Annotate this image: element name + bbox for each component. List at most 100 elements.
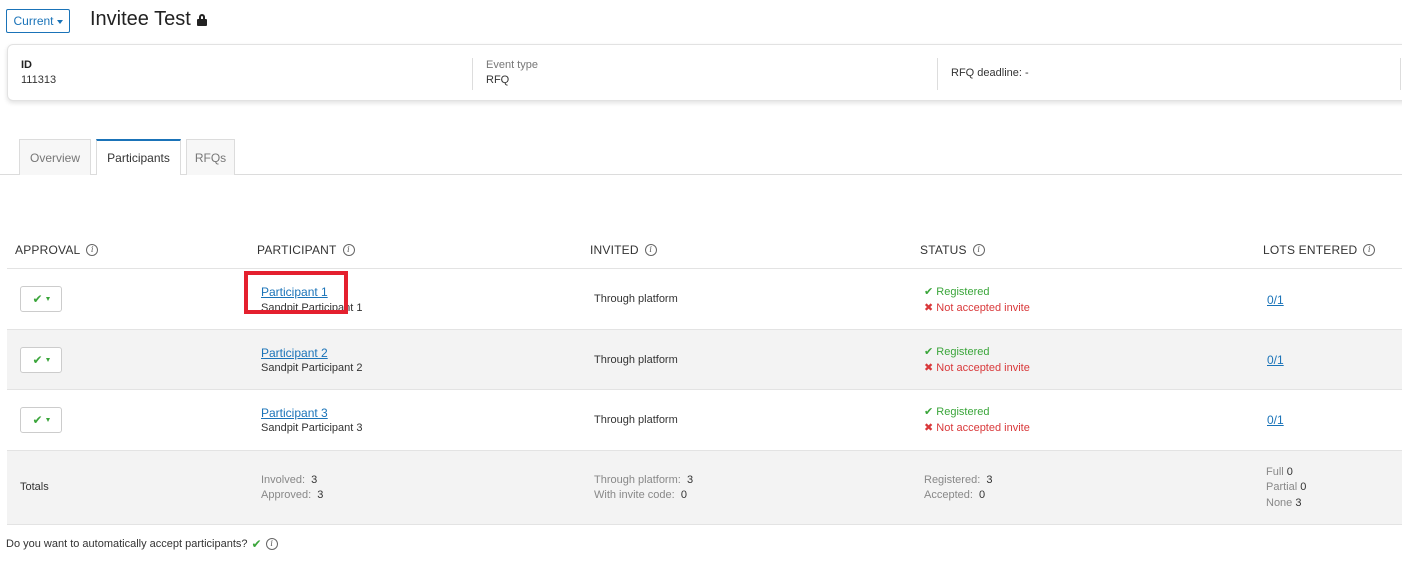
lock-icon [196,13,207,26]
table-row: ✔ Participant 2 Sandpit Participant 2 Th… [7,329,1402,390]
rfq-deadline-text: RFQ deadline: - [951,67,1029,79]
column-header-status-label: STATUS [920,243,967,257]
column-header-participant: PARTICIPANT i [257,243,355,257]
info-icon[interactable]: i [86,244,99,256]
info-icon[interactable]: i [972,244,985,256]
totals-partial-value: 0 [1300,481,1307,493]
totals-invite-code-label: With invite code: [594,489,675,501]
auto-accept-setting: Do you want to automatically accept part… [6,537,278,551]
status-not-accepted: ✖ Not accepted invite [924,301,1030,314]
totals-accepted-value: 0 [979,489,986,501]
column-header-lots-label: LOTS ENTERED [1263,243,1358,257]
totals-full: Full 0 [1266,466,1293,478]
cross-icon: ✖ [924,422,934,434]
totals-approved: Approved: 3 [261,489,323,501]
totals-through-platform: Through platform: 3 [594,474,693,486]
status-registered: ✔ Registered [924,285,989,298]
totals-accepted-label: Accepted: [924,489,973,501]
totals-registered-value: 3 [986,474,993,486]
status-registered-label: Registered [936,406,990,418]
totals-none-value: 3 [1295,497,1302,509]
status-registered: ✔ Registered [924,405,989,418]
info-icon[interactable]: i [1363,244,1376,256]
invited-method: Through platform [594,414,678,426]
tab-rfqs[interactable]: RFQs [186,139,235,175]
status-not-accepted-label: Not accepted invite [936,422,1030,434]
check-icon: ✔ [924,346,934,358]
column-header-participant-label: PARTICIPANT [257,243,337,257]
totals-full-label: Full [1266,466,1284,478]
tab-overview[interactable]: Overview [19,139,91,175]
participant-organisation: Sandpit Participant 3 [261,422,363,434]
chevron-down-icon [45,358,50,362]
event-id: ID 111313 [21,59,56,86]
check-icon: ✔ [32,413,43,427]
participant-link[interactable]: Participant 2 [261,346,328,360]
status-registered-label: Registered [936,346,990,358]
totals-involved: Involved: 3 [261,474,317,486]
column-header-approval-label: APPROVAL [15,243,81,257]
participant-link[interactable]: Participant 3 [261,406,328,420]
info-icon[interactable]: i [265,538,278,550]
check-icon[interactable]: ✔ [252,537,262,551]
event-id-value: 111313 [21,74,57,86]
status-not-accepted-label: Not accepted invite [936,302,1030,314]
chevron-down-icon [56,19,63,24]
lots-entered-link[interactable]: 0/1 [1267,413,1284,427]
page-title: Invitee Test [90,8,207,31]
totals-invite-code-value: 0 [680,489,687,501]
totals-none: None 3 [1266,497,1301,509]
event-type: Event type RFQ [486,59,538,86]
column-header-invited-label: INVITED [590,243,639,257]
totals-approved-value: 3 [317,489,324,501]
check-icon: ✔ [924,406,934,418]
cross-icon: ✖ [924,362,934,374]
approval-dropdown[interactable]: ✔ [20,286,62,312]
status-not-accepted: ✖ Not accepted invite [924,361,1030,374]
totals-involved-label: Involved: [261,474,306,486]
status-registered: ✔ Registered [924,345,989,358]
approval-dropdown[interactable]: ✔ [20,407,62,433]
totals-involved-value: 3 [311,474,318,486]
totals-partial-label: Partial [1266,481,1298,493]
totals-invite-code: With invite code: 0 [594,489,687,501]
totals-partial: Partial 0 [1266,481,1306,493]
auto-accept-question: Do you want to automatically accept part… [6,538,248,550]
check-icon: ✔ [32,292,43,306]
totals-label: Totals [20,481,49,493]
status-not-accepted: ✖ Not accepted invite [924,421,1030,434]
lots-entered-link[interactable]: 0/1 [1267,293,1284,307]
view-version-label: Current [13,14,54,28]
divider [472,58,473,90]
tab-rfqs-label: RFQs [194,150,227,165]
chevron-down-icon [45,418,50,422]
info-icon[interactable]: i [644,244,657,256]
totals-registered: Registered: 3 [924,474,993,486]
event-id-label: ID [21,59,32,71]
column-header-invited: INVITED i [590,243,657,257]
tab-participants-label: Participants [107,151,170,165]
check-icon: ✔ [924,286,934,298]
column-header-lots-entered: LOTS ENTERED i [1263,243,1376,257]
status-not-accepted-label: Not accepted invite [936,362,1030,374]
view-version-dropdown[interactable]: Current [6,9,70,33]
info-icon[interactable]: i [342,244,355,256]
check-icon: ✔ [32,353,43,367]
event-type-value: RFQ [486,74,510,86]
divider [937,58,938,90]
table-row: ✔ Participant 1 Sandpit Participant 1 Th… [7,268,1402,330]
lots-entered-link[interactable]: 0/1 [1267,353,1284,367]
rfq-deadline: RFQ deadline: - [951,67,1029,79]
tab-overview-label: Overview [29,150,80,165]
totals-row: Totals Involved: 3 Approved: 3 Through p… [7,450,1402,525]
totals-none-label: None [1266,497,1293,509]
status-registered-label: Registered [936,286,990,298]
approval-dropdown[interactable]: ✔ [20,347,62,373]
invited-method: Through platform [594,354,678,366]
invited-method: Through platform [594,293,678,305]
totals-registered-label: Registered: [924,474,981,486]
event-info-card: ID 111313 Event type RFQ RFQ deadline: - [7,44,1402,101]
event-type-label: Event type [486,59,538,71]
totals-accepted: Accepted: 0 [924,489,985,501]
tab-participants[interactable]: Participants [96,139,181,175]
